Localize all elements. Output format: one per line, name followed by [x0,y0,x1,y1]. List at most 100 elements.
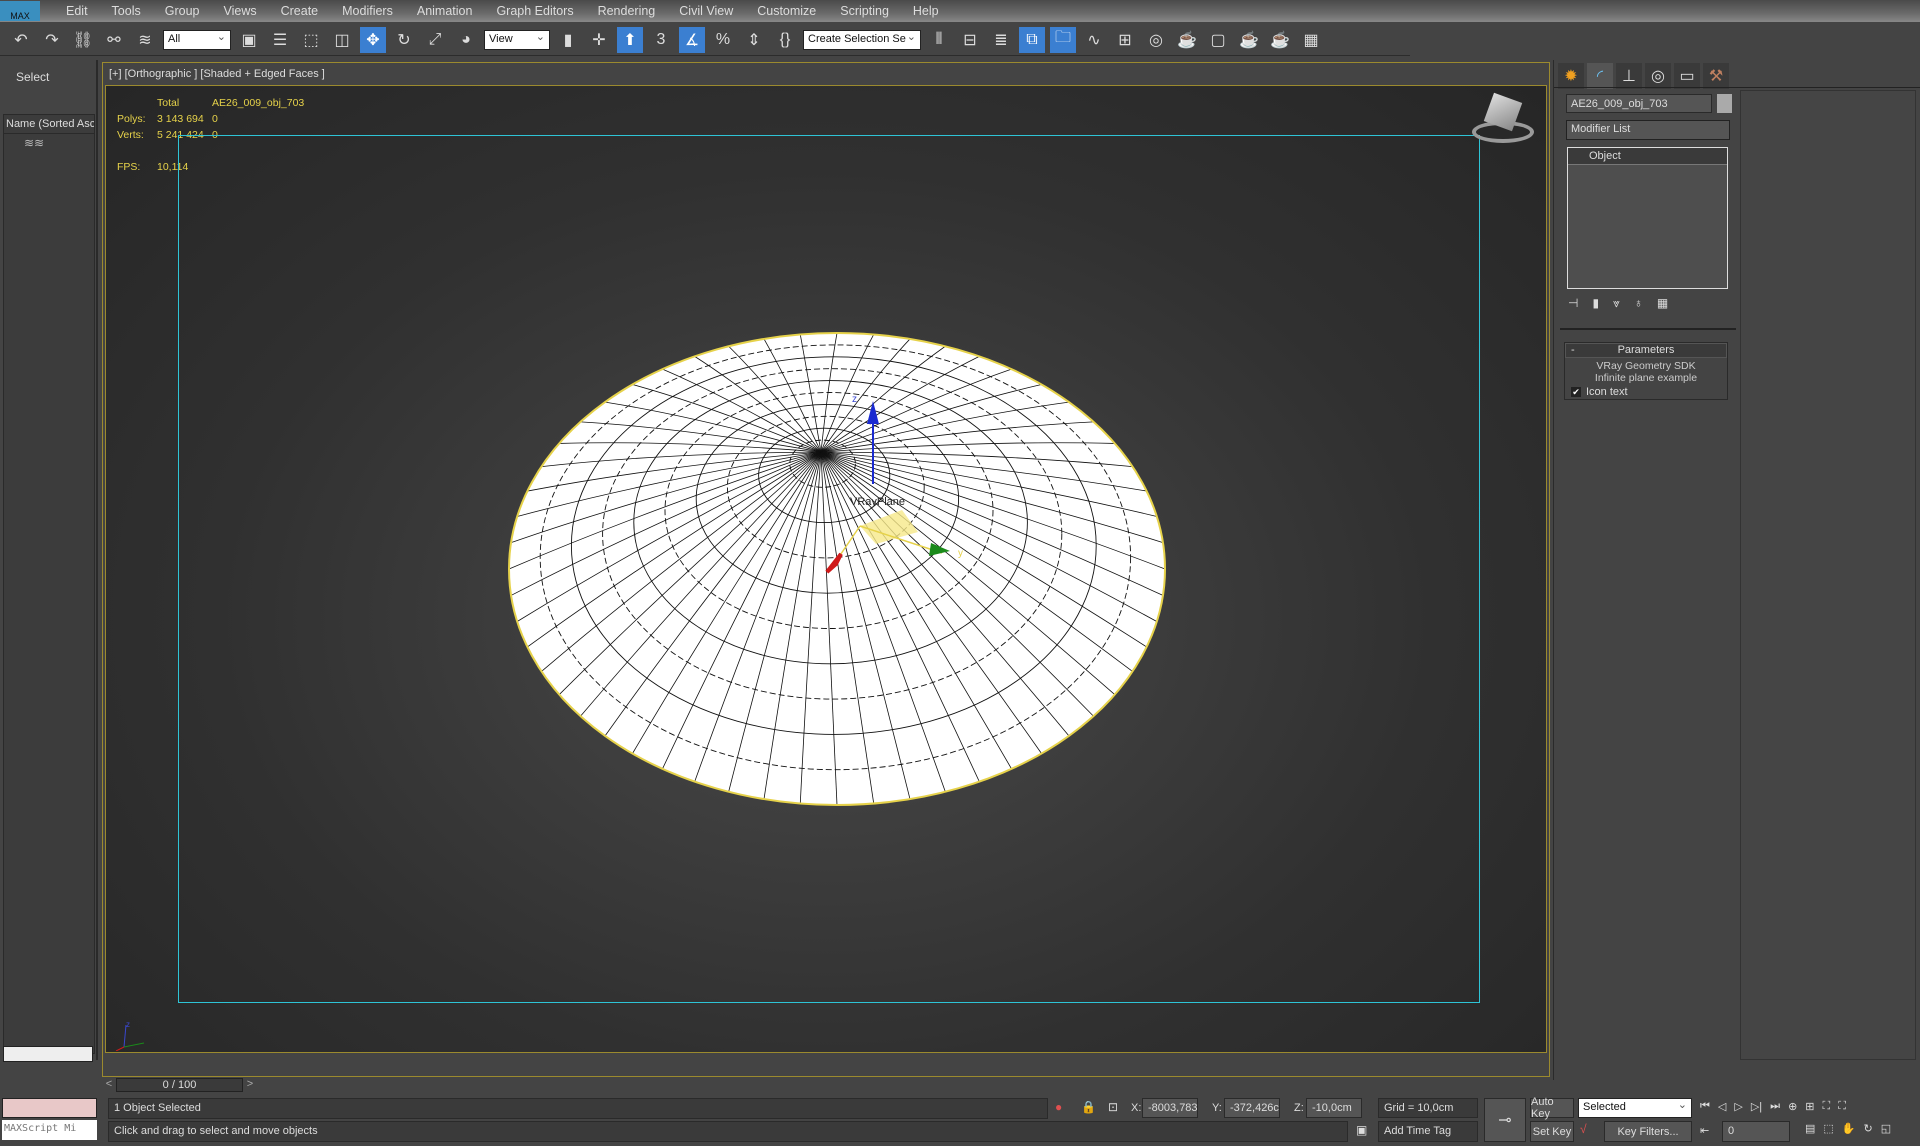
zoom-all-icon[interactable]: ⊞ [1805,1100,1814,1113]
isolate-selection-icon[interactable]: ● [1055,1100,1062,1114]
icon-text-checkbox-row[interactable]: ✔ Icon text [1571,386,1727,398]
time-prev-button[interactable]: < [102,1078,116,1092]
viewport-canvas[interactable]: Total AE26_009_obj_703 Polys: 3 143 694 … [105,85,1547,1053]
key-curve-icon[interactable]: √ [1580,1122,1587,1136]
display-tab-icon[interactable]: ▭ [1674,63,1700,89]
layers-icon[interactable]: ⧉ [1019,26,1045,53]
set-keys-key-icon[interactable]: ⊸ [1484,1098,1526,1142]
zoom-extents-all-icon[interactable]: ⛶ [1838,1100,1846,1113]
move-icon[interactable]: ✥ [360,26,386,53]
configure-sets-icon[interactable]: ▦ [1657,296,1668,311]
current-frame-field[interactable]: 0 [1722,1121,1790,1142]
redo-icon[interactable]: ↷ [39,27,65,53]
menu-views[interactable]: Views [211,4,268,18]
material-editor-icon[interactable]: ◎ [1143,27,1169,53]
spinner-snap-icon[interactable]: ⇕ [741,27,767,53]
viewport[interactable]: [+] [Orthographic ] [Shaded + Edged Face… [102,62,1550,1077]
auto-key-button[interactable]: Auto Key [1530,1096,1574,1120]
curve-editor-icon[interactable]: ∿ [1081,27,1107,53]
schematic-view-icon[interactable]: ⊞ [1112,27,1138,53]
maxscript-listener-output[interactable] [2,1098,97,1118]
render-setup-icon[interactable]: ☕ [1174,27,1200,53]
icon-text-checkbox[interactable]: ✔ [1571,387,1581,397]
utilities-tab-icon[interactable]: ⚒ [1703,63,1729,89]
unlink-icon[interactable]: ⚯ [101,27,127,53]
remove-modifier-icon[interactable]: ♁ [1634,296,1643,311]
time-config-icon[interactable]: ▤ [1805,1122,1815,1135]
go-to-end-icon[interactable]: ⏭ [1770,1100,1780,1113]
menu-graph-editors[interactable]: Graph Editors [484,4,585,18]
reference-coord-dropdown[interactable]: View [484,29,550,50]
viewport-label[interactable]: [+] [Orthographic ] [Shaded + Edged Face… [109,68,325,80]
bind-space-warp-icon[interactable]: ≋ [132,27,158,53]
angle-snap-icon[interactable]: ∡ [679,26,705,53]
viewcube[interactable] [1470,91,1536,147]
horizontal-scrollbar[interactable] [3,1046,93,1062]
render-shop-icon[interactable]: ▦ [1298,27,1324,53]
scale-icon[interactable]: ⤢ [422,27,448,53]
time-next-button[interactable]: > [243,1078,257,1092]
key-mode-dropdown[interactable]: Selected [1578,1098,1692,1118]
menu-civil-view[interactable]: Civil View [667,4,745,18]
percent-snap-icon[interactable]: % [710,27,736,53]
time-slider-thumb[interactable]: 0 / 100 [116,1078,243,1092]
selection-lock-icon[interactable]: 🔒 [1081,1100,1096,1114]
zoom-icon[interactable]: ⊕ [1788,1100,1797,1113]
hierarchy-tab-icon[interactable]: ⊥ [1616,63,1642,89]
name-column-header[interactable]: Name (Sorted Asc [4,115,94,134]
menu-scripting[interactable]: Scripting [828,4,901,18]
menu-create[interactable]: Create [269,4,331,18]
undo-icon[interactable]: ↶ [8,27,34,53]
rollout-collapse-toggle[interactable]: - [1571,344,1575,356]
set-key-button[interactable]: Set Key [1530,1121,1574,1142]
go-to-start-icon[interactable]: ⏮ [1700,1100,1710,1113]
previous-frame-icon[interactable]: ◁ [1718,1100,1726,1113]
manipulate-icon[interactable]: ✛ [586,27,612,53]
select-by-name-icon[interactable]: ☰ [267,27,293,53]
motion-tab-icon[interactable]: ◎ [1645,63,1671,89]
orbit-icon[interactable]: ↻ [1864,1122,1873,1135]
layer-explorer-icon[interactable]: ≣ [988,27,1014,53]
select-object-icon[interactable]: ▣ [236,27,262,53]
time-slider[interactable]: < 0 / 100 > [102,1078,257,1092]
pin-stack-icon[interactable]: ⊣ [1568,296,1578,311]
show-end-result-icon[interactable]: ▮ [1592,296,1599,311]
modifier-list-dropdown[interactable]: Modifier List [1566,120,1730,140]
modify-tab-icon[interactable]: ◜ [1587,63,1613,89]
snap-toggle-icon[interactable]: 3 [648,27,674,53]
object-color-swatch[interactable] [1717,94,1732,113]
render-cloud-icon[interactable]: ☕ [1267,27,1293,53]
create-tab-icon[interactable]: ✹ [1558,63,1584,89]
time-tag-icon[interactable]: ▣ [1356,1123,1367,1137]
rotate-icon[interactable]: ↻ [391,27,417,53]
layer-icon[interactable]: ≋≋ [4,134,94,152]
render-icon[interactable]: ☕ [1236,27,1262,53]
zoom-extents-icon[interactable]: ⛶ [1823,1100,1831,1113]
maxscript-mini-listener[interactable]: MAXScript Mi [2,1120,97,1140]
pivot-center-icon[interactable]: ▮ [555,27,581,53]
make-unique-icon[interactable]: ⩔ [1613,296,1620,311]
play-icon[interactable]: ▷ [1734,1100,1742,1113]
key-filters-button[interactable]: Key Filters... [1604,1121,1692,1142]
rect-selection-icon[interactable]: ⬚ [298,27,324,53]
rollout-header[interactable]: - Parameters [1565,343,1727,358]
named-selection-dropdown[interactable]: Create Selection Se [803,29,921,50]
maximize-viewport-icon[interactable]: ◱ [1881,1122,1891,1135]
x-coordinate-field[interactable]: -8003,783 [1142,1098,1198,1118]
modifier-stack[interactable]: Object [1567,147,1728,289]
scene-list[interactable]: Name (Sorted Asc ≋≋ [3,114,95,1054]
keyboard-shortcut-override-icon[interactable]: ⬆ [617,26,643,53]
object-name-field[interactable]: AE26_009_obj_703 [1566,94,1712,113]
field-of-view-icon[interactable]: ⬚ [1823,1122,1833,1135]
align-icon[interactable]: ⊟ [957,27,983,53]
menu-rendering[interactable]: Rendering [586,4,668,18]
menu-group[interactable]: Group [153,4,212,18]
absolute-mode-icon[interactable]: ⊡ [1108,1100,1118,1114]
menu-tools[interactable]: Tools [100,4,153,18]
menu-help[interactable]: Help [901,4,951,18]
window-crossing-icon[interactable]: ◫ [329,27,355,53]
y-coordinate-field[interactable]: -372,426cr [1224,1098,1280,1118]
next-frame-icon[interactable]: ▷| [1751,1100,1762,1113]
pan-icon[interactable]: ✋ [1842,1122,1856,1135]
stack-item-object[interactable]: Object [1568,148,1727,165]
